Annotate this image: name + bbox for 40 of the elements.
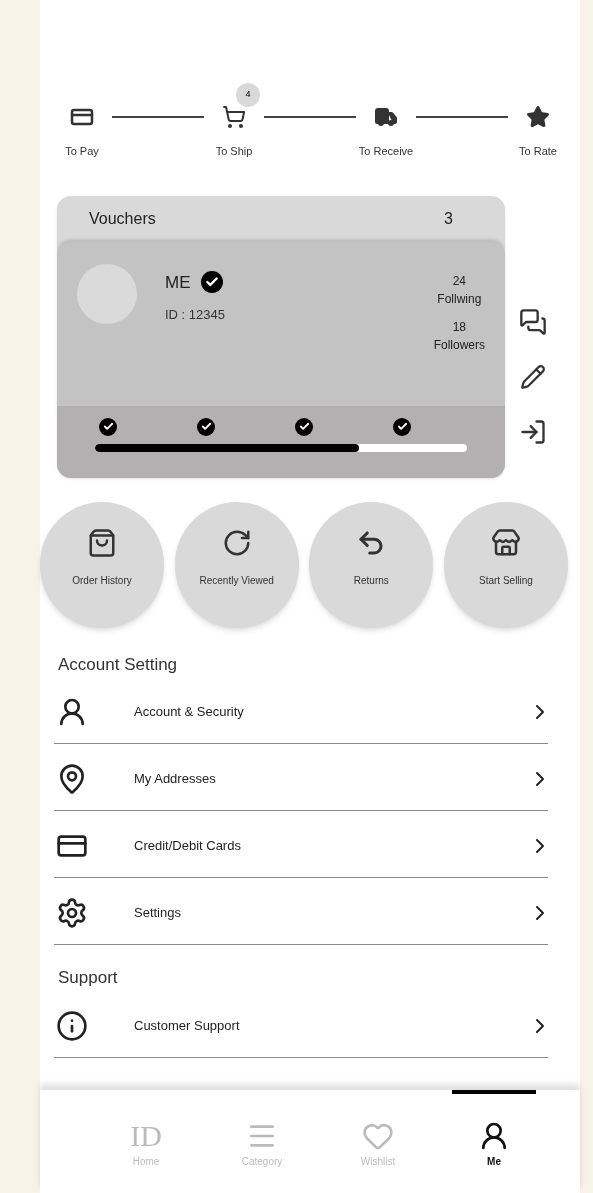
step-label: To Receive bbox=[358, 144, 414, 159]
followers-count: 18 bbox=[452, 318, 466, 336]
settings-row[interactable]: Settings bbox=[54, 878, 548, 945]
profile-name: ME bbox=[165, 271, 191, 294]
row-label: Account & Security bbox=[134, 703, 245, 722]
user-id: ID : 12345 bbox=[165, 306, 226, 324]
star-icon bbox=[526, 105, 550, 129]
row-label: Customer Support bbox=[134, 1016, 241, 1035]
quick-action-button[interactable]: Recently Viewed bbox=[174, 501, 299, 628]
login-button[interactable] bbox=[519, 417, 547, 446]
row-label: Credit/Debit Cards bbox=[134, 837, 242, 856]
row-label: Settings bbox=[134, 904, 182, 923]
count-badge: 4 bbox=[236, 83, 260, 107]
quick-action-button[interactable]: Returns bbox=[309, 501, 434, 628]
step-label: To Pay bbox=[65, 144, 99, 159]
section-title: Account Setting bbox=[58, 653, 179, 676]
nav-tab[interactable]: Me bbox=[452, 1090, 536, 1193]
following-label: Follwing bbox=[437, 290, 482, 308]
truck-icon bbox=[374, 105, 398, 129]
settings-row[interactable]: Account & Security bbox=[54, 677, 548, 744]
vouchers-bar[interactable]: Vouchers 3 bbox=[57, 195, 505, 242]
settings-row[interactable]: Customer Support bbox=[54, 990, 548, 1058]
bag-icon bbox=[87, 527, 117, 558]
row-label: My Addresses bbox=[134, 770, 217, 789]
quick-action-button[interactable]: Start Selling bbox=[443, 501, 568, 628]
store-icon bbox=[490, 527, 521, 558]
section-title: Support bbox=[58, 967, 119, 989]
edit-button[interactable] bbox=[520, 363, 546, 390]
settings-row[interactable]: Credit/Debit Cards bbox=[54, 811, 548, 878]
info-icon bbox=[56, 1009, 88, 1042]
settings-row[interactable]: My Addresses bbox=[54, 744, 548, 811]
following-count: 24 bbox=[452, 272, 466, 290]
chat-button[interactable] bbox=[519, 307, 547, 336]
followers-label: Followers bbox=[433, 336, 485, 354]
quick-action-button[interactable]: Order History bbox=[40, 501, 164, 628]
settings-icon bbox=[56, 897, 88, 929]
step-label: To Rate bbox=[519, 144, 557, 159]
logo-icon: ID bbox=[130, 1120, 162, 1152]
cart-icon bbox=[222, 105, 246, 129]
step-label: To Ship bbox=[215, 144, 253, 159]
